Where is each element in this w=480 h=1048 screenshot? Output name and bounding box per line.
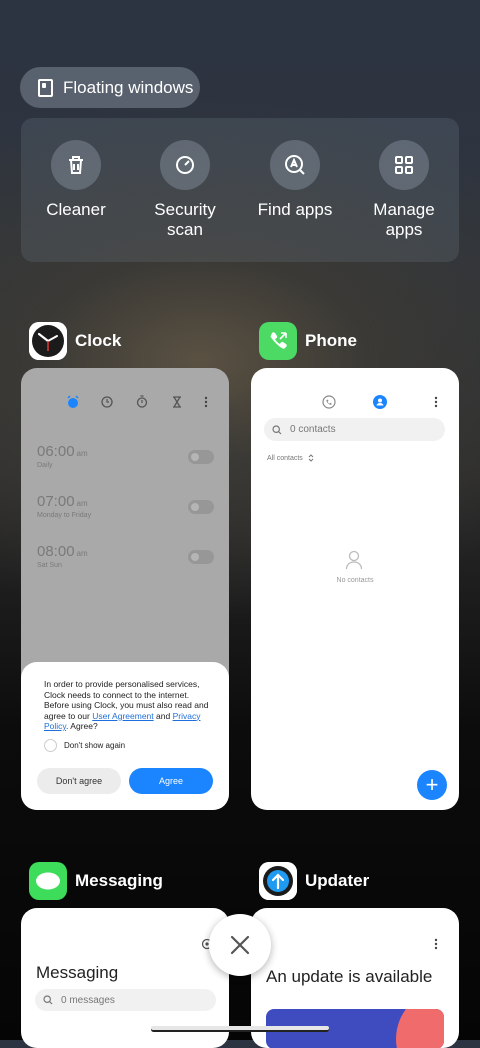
dont-agree-button[interactable]: Don't agree bbox=[37, 768, 121, 794]
world-clock-tab-icon[interactable] bbox=[101, 396, 113, 408]
alarm-toggle[interactable] bbox=[188, 550, 214, 564]
add-contact-button[interactable]: + bbox=[417, 770, 447, 800]
clock-app-card[interactable]: 06:00 am Daily 07:00 am Monday to Friday 0… bbox=[21, 368, 229, 810]
dialog-text: In order to provide personalised service… bbox=[44, 679, 213, 732]
alarm-repeat: Daily bbox=[37, 462, 53, 469]
clock-card-header[interactable]: Clock bbox=[29, 322, 121, 360]
floating-windows-label: Floating windows bbox=[63, 77, 194, 97]
contacts-filter-label: All contacts bbox=[267, 454, 303, 462]
home-indicator[interactable] bbox=[151, 1026, 329, 1030]
contacts-search-input[interactable]: 0 contacts bbox=[264, 418, 445, 441]
alarm-repeat: Sat Sun bbox=[37, 562, 62, 569]
quick-tools-panel: Cleaner Security scan Find apps Manage a… bbox=[21, 118, 459, 262]
phone-card-header[interactable]: Phone bbox=[259, 322, 357, 360]
person-icon bbox=[345, 550, 363, 570]
checkbox-circle bbox=[44, 738, 57, 752]
cleaner-button[interactable]: Cleaner bbox=[26, 140, 126, 220]
alarm-item[interactable]: 08:00 am Sat Sun bbox=[37, 543, 88, 569]
stopwatch-tab-icon[interactable] bbox=[136, 395, 148, 408]
messaging-card-header[interactable]: Messaging bbox=[29, 862, 163, 900]
alarm-toggle[interactable] bbox=[188, 500, 214, 514]
updater-card-header[interactable]: Updater bbox=[259, 862, 369, 900]
updater-title: Updater bbox=[305, 871, 370, 890]
contacts-filter-dropdown[interactable]: All contacts bbox=[267, 454, 314, 462]
clock-title: Clock bbox=[75, 331, 122, 350]
messaging-app-icon bbox=[29, 862, 67, 900]
alarm-ampm: am bbox=[76, 499, 88, 508]
clock-app-icon bbox=[29, 322, 67, 360]
timer-tab-icon[interactable] bbox=[172, 396, 182, 408]
clear-all-button[interactable] bbox=[209, 914, 271, 976]
alarm-toggle[interactable] bbox=[188, 450, 214, 464]
close-icon bbox=[230, 935, 250, 955]
trash-icon bbox=[51, 140, 101, 190]
search-icon bbox=[43, 995, 53, 1005]
security-scan-icon bbox=[160, 140, 210, 190]
more-icon[interactable] bbox=[204, 396, 208, 408]
sort-icon bbox=[308, 454, 314, 462]
privacy-dialog: In order to provide personalised service… bbox=[21, 662, 229, 810]
updater-app-icon bbox=[259, 862, 297, 900]
alarm-ampm: am bbox=[76, 549, 88, 558]
dialog-and-text: and bbox=[156, 710, 171, 721]
find-apps-label: Find apps bbox=[257, 200, 333, 219]
contacts-search-placeholder: 0 contacts bbox=[290, 424, 336, 435]
alarm-tab-icon[interactable] bbox=[66, 395, 80, 409]
dont-show-again-checkbox[interactable]: Don't show again bbox=[44, 738, 213, 752]
messages-search-placeholder: 0 messages bbox=[61, 994, 115, 1006]
contacts-tab-icon[interactable] bbox=[373, 395, 387, 409]
phone-title: Phone bbox=[305, 331, 357, 350]
more-icon[interactable] bbox=[434, 396, 438, 408]
alarm-item[interactable]: 07:00 am Monday to Friday bbox=[37, 493, 91, 519]
dont-show-again-label: Don't show again bbox=[64, 740, 126, 750]
find-apps-icon bbox=[270, 140, 320, 190]
alarm-ampm: am bbox=[76, 449, 88, 458]
alarm-repeat: Monday to Friday bbox=[37, 512, 92, 519]
messaging-title: Messaging bbox=[75, 871, 163, 890]
alarm-time: 06:00 bbox=[37, 443, 75, 460]
alarm-time: 07:00 bbox=[37, 493, 75, 510]
phone-app-card[interactable]: 0 contacts All contacts No contacts + bbox=[251, 368, 459, 810]
dialog-tail-text: . Agree? bbox=[66, 721, 98, 731]
messages-search-input[interactable]: 0 messages bbox=[35, 989, 216, 1011]
security-scan-button[interactable]: Security scan bbox=[135, 140, 235, 240]
alarm-time: 08:00 bbox=[37, 543, 75, 560]
search-icon bbox=[272, 424, 282, 434]
phone-app-icon bbox=[259, 322, 297, 360]
floating-window-icon bbox=[38, 78, 53, 97]
manage-apps-icon bbox=[379, 140, 429, 190]
security-scan-label: Security scan bbox=[154, 200, 216, 239]
banner-shape bbox=[396, 1009, 444, 1048]
agree-button[interactable]: Agree bbox=[129, 768, 213, 794]
cleaner-label: Cleaner bbox=[46, 200, 106, 219]
find-apps-button[interactable]: Find apps bbox=[245, 140, 345, 220]
more-icon[interactable] bbox=[434, 938, 438, 950]
manage-apps-label: Manage apps bbox=[373, 200, 435, 239]
no-contacts-text: No contacts bbox=[336, 577, 374, 584]
user-agreement-link[interactable]: User Agreement bbox=[92, 711, 153, 721]
messaging-heading: Messaging bbox=[36, 963, 119, 982]
floating-windows-button[interactable]: Floating windows bbox=[20, 67, 200, 108]
alarm-item[interactable]: 06:00 am Daily bbox=[37, 443, 88, 469]
recents-tab-icon[interactable] bbox=[322, 395, 336, 409]
update-heading: An update is available bbox=[266, 967, 433, 986]
manage-apps-button[interactable]: Manage apps bbox=[354, 140, 454, 240]
